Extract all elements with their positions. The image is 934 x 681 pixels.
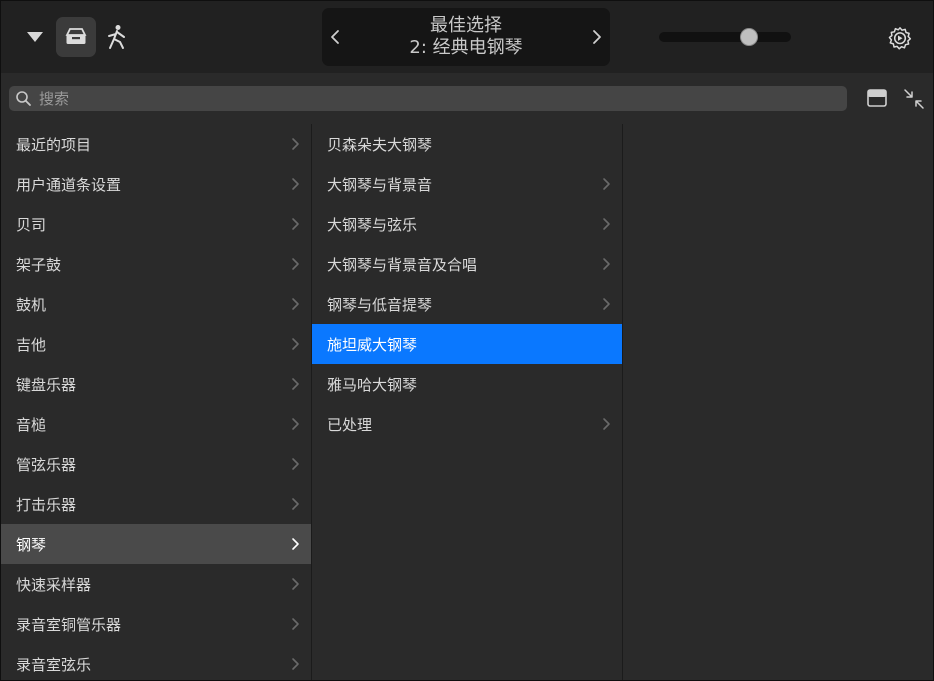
- category-item[interactable]: 音槌: [1, 404, 311, 444]
- chevron-right-icon: [598, 216, 614, 232]
- category-item[interactable]: 架子鼓: [1, 244, 311, 284]
- category-item-label: 钢琴: [16, 535, 47, 554]
- chevron-right-icon: [287, 536, 303, 552]
- search-icon: [15, 90, 32, 107]
- category-item[interactable]: 贝司: [1, 204, 311, 244]
- layout-split-icon[interactable]: [865, 86, 889, 110]
- patch-item[interactable]: 钢琴与低音提琴: [312, 284, 622, 324]
- chevron-right-icon: [287, 576, 303, 592]
- collapse-arrows-icon[interactable]: [901, 86, 927, 112]
- category-item[interactable]: 管弦乐器: [1, 444, 311, 484]
- patch-item[interactable]: 雅马哈大钢琴: [312, 364, 622, 404]
- search-input[interactable]: [39, 86, 829, 111]
- chevron-right-icon: [287, 416, 303, 432]
- category-item-label: 架子鼓: [16, 255, 62, 274]
- chevron-right-icon: [287, 136, 303, 152]
- category-item[interactable]: 钢琴: [1, 524, 311, 564]
- patch-item-label: 大钢琴与背景音及合唱: [327, 255, 478, 274]
- category-item[interactable]: 用户通道条设置: [1, 164, 311, 204]
- patch-item[interactable]: 已处理: [312, 404, 622, 444]
- gear-icon[interactable]: [885, 23, 915, 53]
- chevron-right-icon: [598, 416, 614, 432]
- patch-item[interactable]: 大钢琴与背景音: [312, 164, 622, 204]
- category-item-label: 最近的项目: [16, 135, 92, 154]
- control-bar: 最佳选择 2: 经典电钢琴: [1, 1, 933, 73]
- patch-item-label: 大钢琴与弦乐: [327, 215, 418, 234]
- category-item-label: 录音室弦乐: [16, 655, 92, 674]
- category-item-label: 快速采样器: [16, 575, 92, 594]
- category-item[interactable]: 键盘乐器: [1, 364, 311, 404]
- category-item-label: 音槌: [16, 415, 47, 434]
- chevron-right-icon: [598, 176, 614, 192]
- patch-item[interactable]: 施坦威大钢琴: [312, 324, 622, 364]
- chevron-right-icon: [287, 336, 303, 352]
- patch-item[interactable]: 贝森朵夫大钢琴: [312, 124, 622, 164]
- patch-item-label: 雅马哈大钢琴: [327, 375, 418, 394]
- patch-item-label: 钢琴与低音提琴: [327, 295, 433, 314]
- chevron-right-icon: [287, 176, 303, 192]
- category-item-label: 吉他: [16, 335, 47, 354]
- patch-name: 2: 经典电钢琴: [409, 37, 523, 58]
- category-item-label: 打击乐器: [16, 495, 77, 514]
- chevron-right-icon: [287, 376, 303, 392]
- chevron-right-icon: [287, 456, 303, 472]
- category-item-label: 管弦乐器: [16, 455, 77, 474]
- category-item-label: 贝司: [16, 215, 47, 234]
- library-tray-icon[interactable]: [56, 17, 96, 57]
- category-item[interactable]: 吉他: [1, 324, 311, 364]
- chevron-right-icon: [287, 296, 303, 312]
- patch-item-label: 贝森朵夫大钢琴: [327, 135, 433, 154]
- category-item-label: 鼓机: [16, 295, 47, 314]
- category-item[interactable]: 快速采样器: [1, 564, 311, 604]
- category-item[interactable]: 录音室弦乐: [1, 644, 311, 680]
- category-item-label: 录音室铜管乐器: [16, 615, 122, 634]
- chevron-left-icon[interactable]: [322, 24, 348, 50]
- library-window: 最佳选择 2: 经典电钢琴 搜索 最近的项目 用户通道条设置 贝司 架子鼓 鼓机…: [0, 0, 934, 681]
- category-item[interactable]: 鼓机: [1, 284, 311, 324]
- patch-item[interactable]: 大钢琴与弦乐: [312, 204, 622, 244]
- category-item-label: 键盘乐器: [16, 375, 77, 394]
- figure-icon[interactable]: [101, 19, 133, 55]
- category-item-label: 用户通道条设置: [16, 175, 122, 194]
- category-item[interactable]: 打击乐器: [1, 484, 311, 524]
- patch-display: 最佳选择 2: 经典电钢琴: [322, 8, 610, 66]
- chevron-right-icon: [598, 256, 614, 272]
- chevron-right-icon: [598, 296, 614, 312]
- category-item[interactable]: 最近的项目: [1, 124, 311, 164]
- triangle-down-icon[interactable]: [21, 23, 49, 51]
- search-field[interactable]: [9, 86, 847, 111]
- sub-patch-column: [623, 124, 933, 680]
- patch-item[interactable]: 大钢琴与背景音及合唱: [312, 244, 622, 284]
- search-bar-row: [1, 73, 933, 124]
- patch-item-label: 已处理: [327, 415, 373, 434]
- patch-item-label: 施坦威大钢琴: [327, 335, 418, 354]
- volume-slider[interactable]: [659, 28, 791, 46]
- category-column: 最近的项目用户通道条设置 贝司架子鼓鼓机吉他键盘乐器音槌管弦乐器打击乐器钢琴快速采…: [1, 124, 312, 680]
- chevron-right-icon: [287, 256, 303, 272]
- volume-slider-knob[interactable]: [739, 28, 758, 46]
- chevron-right-icon: [287, 496, 303, 512]
- chevron-right-icon: [287, 656, 303, 672]
- chevron-right-icon[interactable]: [584, 24, 610, 50]
- patch-category-title: 最佳选择: [430, 15, 502, 36]
- chevron-right-icon: [287, 616, 303, 632]
- patch-column: 贝森朵夫大钢琴 大钢琴与背景音 大钢琴与弦乐大钢琴与背景音及合唱 钢琴与低音提琴 施坦威…: [312, 124, 623, 680]
- patch-item-label: 大钢琴与背景音: [327, 175, 433, 194]
- chevron-right-icon: [287, 216, 303, 232]
- category-item[interactable]: 录音室铜管乐器: [1, 604, 311, 644]
